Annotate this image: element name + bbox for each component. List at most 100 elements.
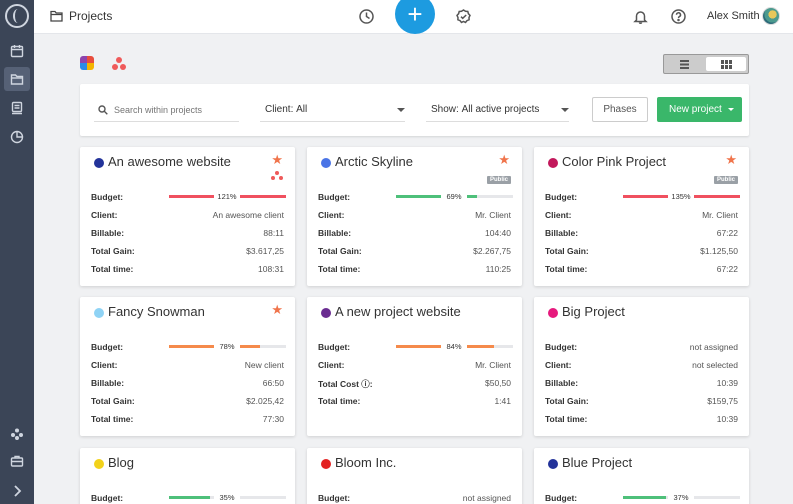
search-input[interactable]	[114, 104, 234, 115]
star-icon[interactable]: ★	[725, 153, 737, 166]
stat-value: 67:22	[716, 228, 738, 238]
new-project-button[interactable]: New project	[657, 97, 742, 122]
user-name[interactable]: Alex Smith	[707, 10, 760, 22]
budget-percent: 121%	[214, 192, 240, 201]
project-card[interactable]: Fancy Snowman ★ Budget: 78% Client: New clien…	[80, 297, 295, 436]
stat-value: 10:39	[716, 378, 738, 388]
project-color-dot	[548, 308, 558, 318]
client-row: Client: not selected	[545, 358, 738, 376]
client-row: Client: An awesome client	[91, 208, 284, 226]
project-stats: Budget: 135% Client: Mr. Client Billable: 67:…	[545, 190, 740, 280]
approval-check-icon[interactable]	[455, 8, 472, 25]
stat-label: Total time:	[545, 264, 588, 274]
stat-label: Total Gain:	[545, 246, 589, 256]
show-filter-dropdown[interactable]: Show: All active projects	[426, 98, 569, 122]
search-icon	[98, 104, 108, 115]
project-name[interactable]: An awesome website	[108, 154, 231, 169]
stat-label: Billable:	[91, 228, 125, 238]
star-icon[interactable]: ★	[271, 153, 283, 166]
project-name[interactable]: Blog	[108, 455, 134, 470]
billable-row: Billable: 66:50	[91, 376, 284, 394]
view-toggle	[663, 54, 749, 74]
project-name[interactable]: Blue Project	[562, 455, 632, 470]
team-icon[interactable]	[4, 422, 30, 446]
stat-value: not selected	[692, 360, 738, 370]
project-color-dot	[321, 158, 331, 168]
project-name[interactable]: Color Pink Project	[562, 154, 666, 169]
calendar-icon[interactable]	[4, 39, 30, 63]
project-color-dot	[321, 459, 331, 469]
grid-view-icon[interactable]	[706, 57, 746, 71]
project-name[interactable]: Big Project	[562, 304, 625, 319]
phases-button[interactable]: Phases	[592, 97, 648, 122]
project-name[interactable]: A new project website	[335, 304, 461, 319]
folder-icon	[50, 10, 63, 22]
reports-pie-icon[interactable]	[4, 125, 30, 149]
projects-folder-icon[interactable]	[4, 67, 30, 91]
total-gain-row: Total Gain: $159,75	[545, 394, 738, 412]
stat-label: Total time:	[545, 414, 588, 424]
client-filter-dropdown[interactable]: Client: All	[260, 98, 405, 122]
project-color-dot	[94, 158, 104, 168]
timesheet-icon[interactable]	[4, 96, 30, 120]
stat-value: 104:40	[485, 228, 511, 238]
project-card[interactable]: Bloom Inc. Budget: not assigned	[307, 448, 522, 504]
integration-app-icon[interactable]	[80, 56, 94, 70]
stat-label: Budget:	[91, 342, 124, 352]
stat-label: Client:	[91, 210, 118, 220]
stat-value: not assigned	[462, 493, 511, 503]
budget-progress-bar: 121%	[169, 192, 286, 201]
stat-label: Total time:	[91, 264, 134, 274]
billable-row: Billable: 67:22	[545, 226, 738, 244]
total-gain-row: Total Gain: $1.125,50	[545, 244, 738, 262]
project-card[interactable]: Blue Project Budget: 37%	[534, 448, 749, 504]
stat-value: 77:30	[262, 414, 284, 424]
stat-label: Total Cost ⓘ:	[318, 379, 373, 389]
star-icon[interactable]: ★	[271, 303, 283, 316]
public-badge: Public	[486, 176, 511, 184]
stat-value: 67:22	[716, 264, 738, 274]
project-card[interactable]: A new project website Budget: 84% Client: Mr…	[307, 297, 522, 436]
notifications-bell-icon[interactable]	[632, 8, 649, 25]
toolbox-icon[interactable]	[4, 449, 30, 473]
avatar[interactable]	[762, 7, 780, 25]
project-card-header: Color Pink Project ★	[534, 147, 749, 179]
project-card[interactable]: Arctic Skyline ★ Public Budget: 69% Client: Mr…	[307, 147, 522, 286]
chevron-down-icon	[561, 108, 569, 112]
asana-icon[interactable]	[111, 57, 127, 71]
stat-label: Budget:	[91, 192, 124, 202]
project-card[interactable]: Color Pink Project ★ Public Budget: 135% Clie…	[534, 147, 749, 286]
project-name[interactable]: Fancy Snowman	[108, 304, 205, 319]
stat-label: Billable:	[545, 378, 579, 388]
client-row: Client: New client	[91, 358, 284, 376]
stat-label: Total Gain:	[545, 396, 589, 406]
budget-row: Budget: not assigned	[545, 340, 738, 358]
stat-label: Budget:	[545, 192, 578, 202]
expand-sidebar-icon[interactable]	[4, 479, 30, 503]
add-entry-button[interactable]: +	[395, 0, 435, 34]
budget-percent: 35%	[214, 493, 240, 502]
total-gain-row: Total Gain: $3.617,25	[91, 244, 284, 262]
stat-label: Budget:	[545, 493, 578, 503]
star-icon[interactable]: ★	[498, 153, 510, 166]
help-icon[interactable]	[670, 8, 687, 25]
stat-value: 10:39	[716, 414, 738, 424]
project-card[interactable]: Blog Budget: 35%	[80, 448, 295, 504]
clock-icon[interactable]	[358, 8, 375, 25]
stat-label: Billable:	[91, 378, 125, 388]
stat-value: 66:50	[262, 378, 284, 388]
stat-label: Total Gain:	[91, 246, 135, 256]
stat-label: Client:	[545, 210, 572, 220]
project-name[interactable]: Arctic Skyline	[335, 154, 413, 169]
budget-row: Budget: 78%	[91, 340, 286, 358]
project-stats: Budget: 78% Client: New client Billable: 66:5…	[91, 340, 286, 430]
app-logo-icon[interactable]	[5, 4, 29, 28]
project-card[interactable]: Big Project Budget: not assigned Client: not…	[534, 297, 749, 436]
project-name[interactable]: Bloom Inc.	[335, 455, 396, 470]
project-card[interactable]: An awesome website ★ Budget: 121% Client: An …	[80, 147, 295, 286]
stat-value: 88:11	[263, 228, 284, 238]
project-color-dot	[548, 158, 558, 168]
stat-value: An awesome client	[212, 210, 284, 220]
show-filter-value: All active projects	[461, 104, 540, 115]
list-view-icon[interactable]	[664, 55, 704, 73]
